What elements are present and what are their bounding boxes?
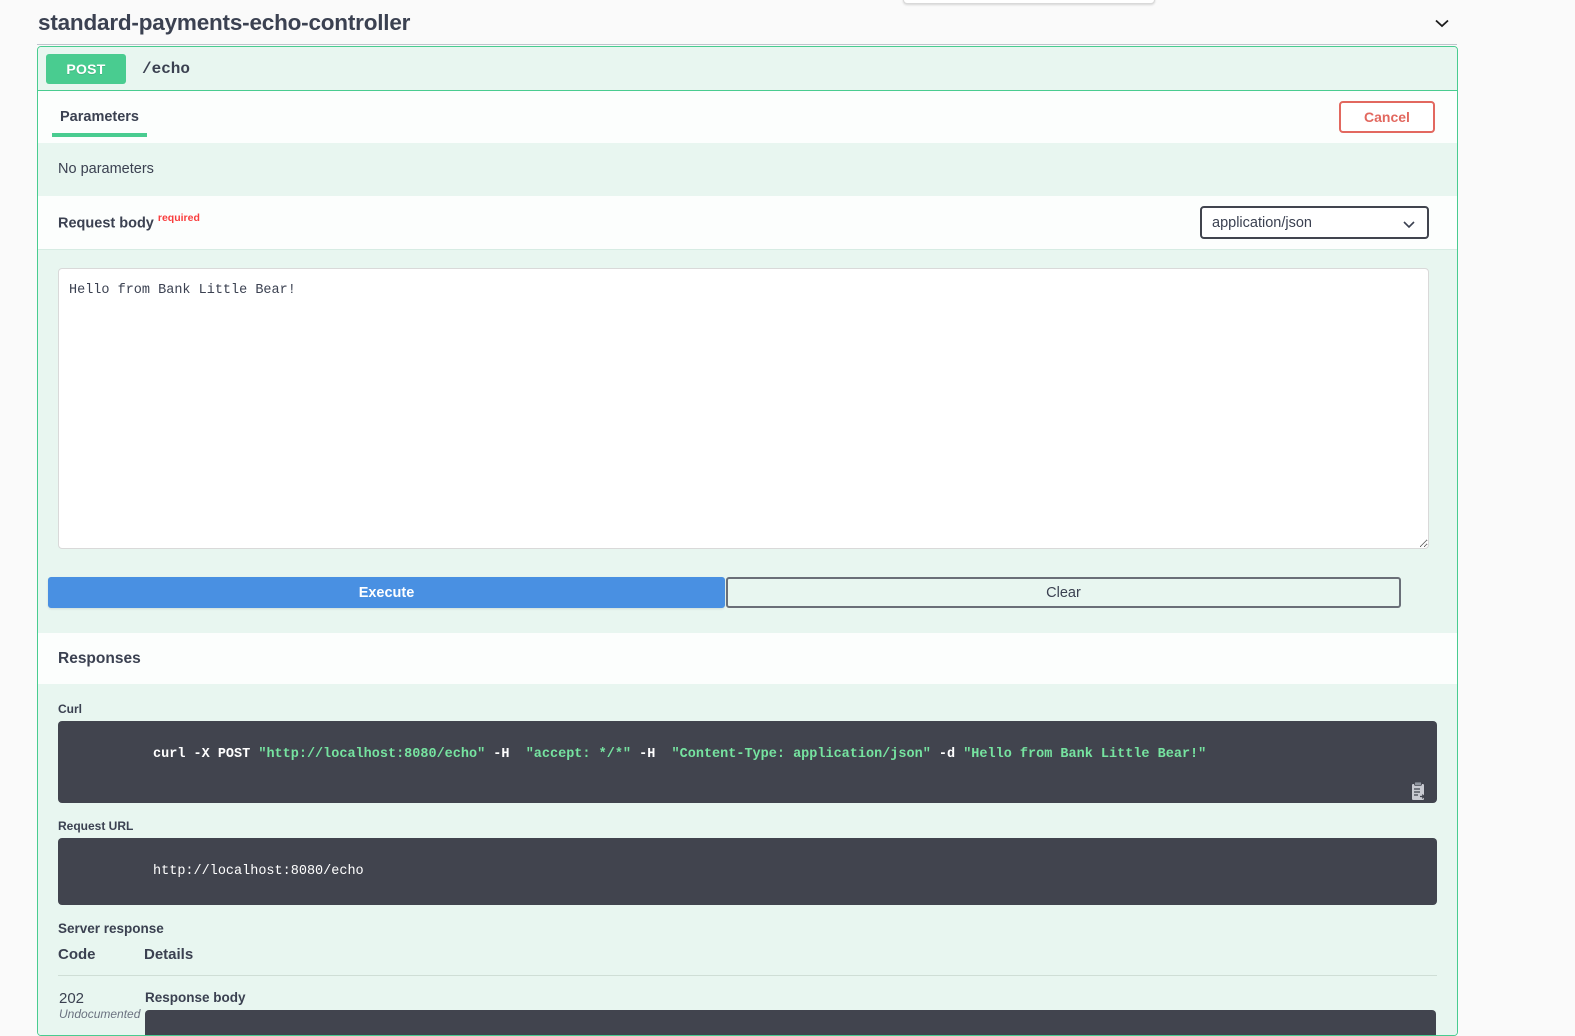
responses-table: Code Details 202 Undocumented Response b… [58,946,1437,1036]
column-header-details: Details [144,946,1437,976]
no-parameters-message: No parameters [38,143,1457,195]
tabs-row: Parameters Cancel [38,91,1457,143]
responses-header: Responses [38,632,1457,684]
curl-command-block: curl -X POST "http://localhost:8080/echo… [58,721,1437,803]
responses-body: Curl curl -X POST "http://localhost:8080… [38,684,1457,1036]
responses-heading: Responses [58,650,141,668]
request-url-value: http://localhost:8080/echo [153,864,364,879]
operation-path: /echo [142,60,190,78]
server-response-label: Server response [58,921,1437,936]
swagger-ui-page: standard-payments-echo-controller POST /… [0,0,1575,1036]
response-status-code: 202 [59,990,143,1007]
table-header-row: Code Details [58,946,1437,976]
response-body-block: {"responseHeader":{"responseTimestamp":"… [145,1010,1436,1036]
request-url-label: Request URL [58,819,1437,833]
request-body-label: Request body [58,216,154,232]
response-details-cell: Response body {"responseHeader":{"respon… [144,976,1437,1036]
chevron-down-icon[interactable] [1432,13,1452,33]
response-body-label: Response body [145,990,1436,1005]
media-type-select[interactable]: application/json [1200,206,1429,239]
chevron-down-icon [1401,216,1417,236]
execute-button[interactable]: Execute [48,577,725,608]
response-code-cell: 202 Undocumented [58,976,144,1036]
tab-parameters-label: Parameters [60,109,139,125]
tab-parameters[interactable]: Parameters [52,91,147,143]
http-method-badge: POST [46,54,126,84]
clear-button[interactable]: Clear [726,577,1401,608]
table-row: 202 Undocumented Response body {"respons… [58,976,1437,1036]
curl-command-text: curl -X POST "http://localhost:8080/echo… [153,747,1206,762]
request-url-block: http://localhost:8080/echo [58,838,1437,905]
operation-summary[interactable]: POST /echo [38,47,1457,91]
curl-label: Curl [58,702,1437,716]
copy-to-clipboard-icon[interactable] [1407,751,1429,773]
tag-divider [37,44,1457,45]
tag-header: standard-payments-echo-controller [0,0,1480,46]
response-undocumented-note: Undocumented [59,1007,143,1021]
media-type-selected-value: application/json [1212,215,1312,231]
operation-block-post-echo: POST /echo Parameters Cancel No paramete… [37,46,1458,1036]
execute-clear-row: Execute Clear [38,549,1457,632]
request-body-heading: Request body required [58,212,200,232]
column-header-code: Code [58,946,144,976]
required-badge: required [158,212,200,224]
page-title: standard-payments-echo-controller [38,10,410,36]
request-body-row: Request body required application/json [38,195,1457,249]
operation-body: Parameters Cancel No parameters Request … [38,91,1457,1036]
request-body-editor-wrap [38,249,1457,549]
cancel-button[interactable]: Cancel [1339,101,1435,133]
no-parameters-text: No parameters [58,161,154,177]
request-body-textarea[interactable] [58,268,1429,549]
